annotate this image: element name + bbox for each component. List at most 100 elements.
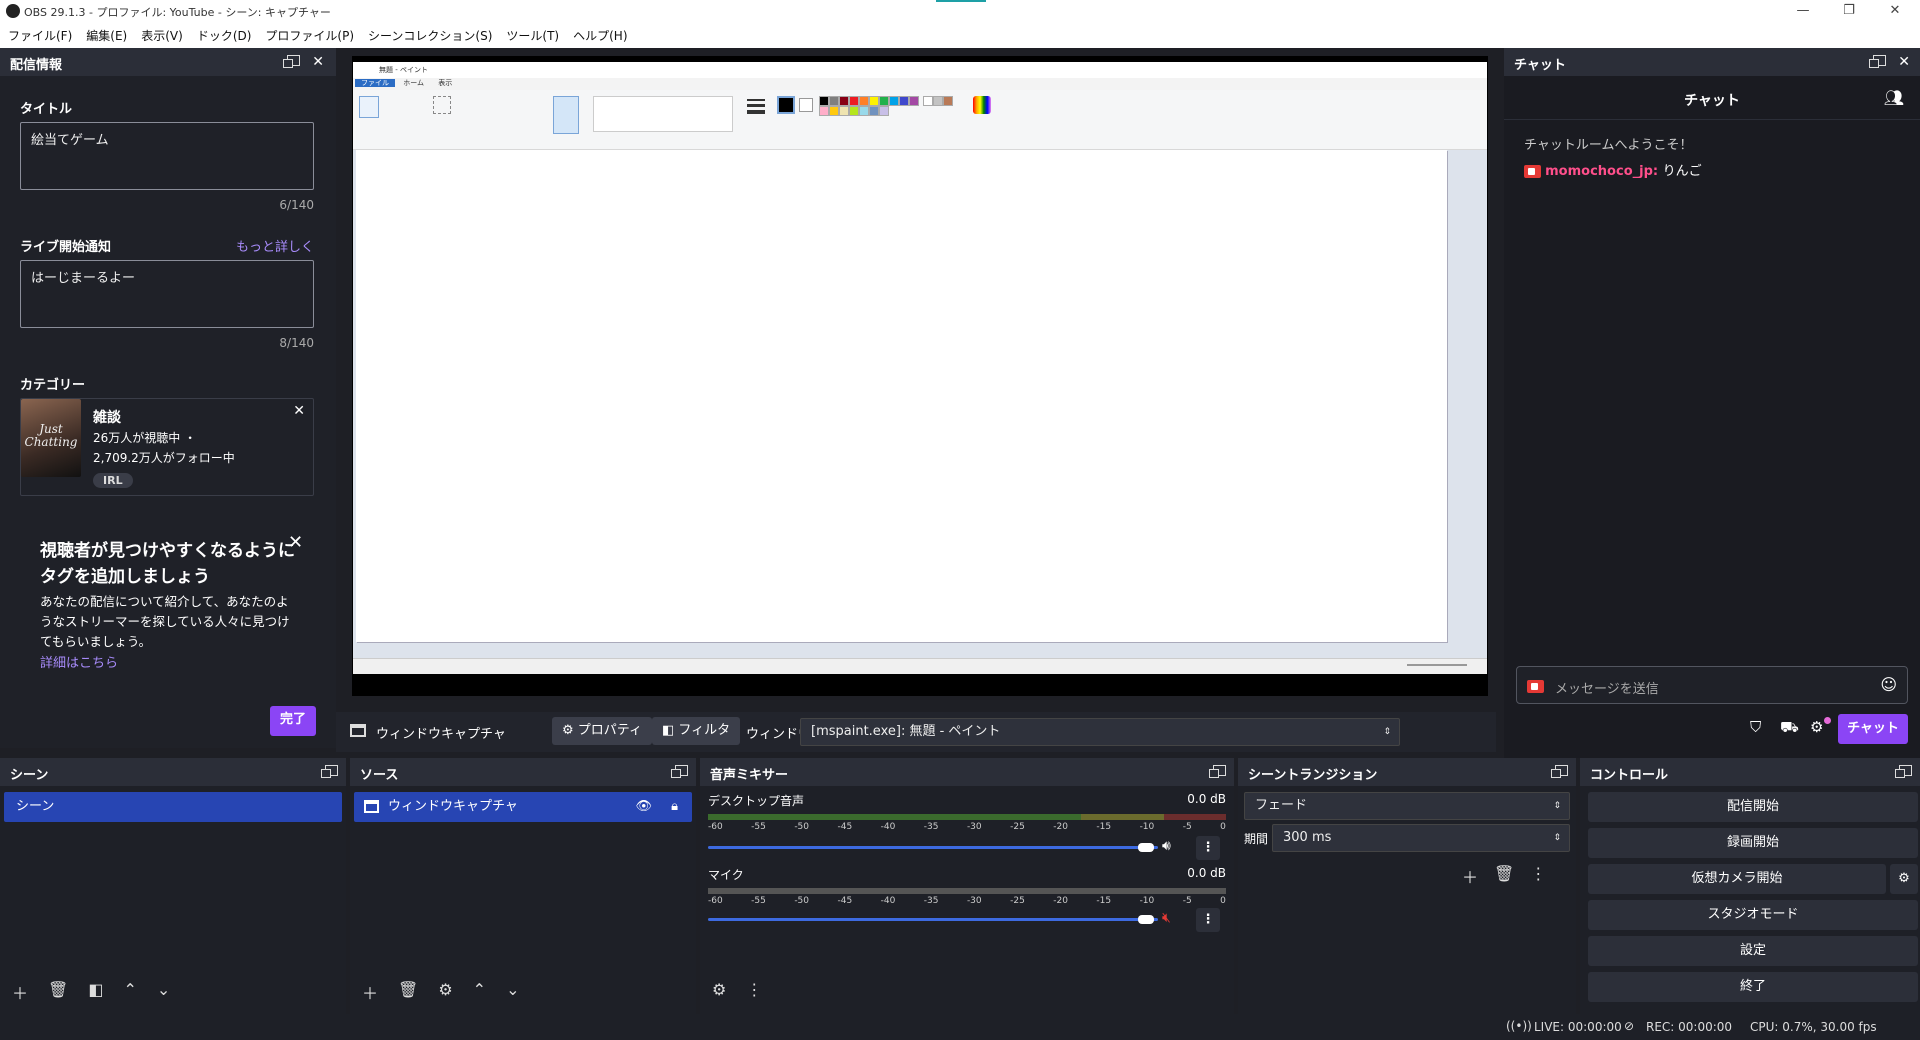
trash-icon[interactable]: 🗑︎ bbox=[48, 980, 68, 1004]
users-icon[interactable]: 👥︎ bbox=[1884, 88, 1904, 107]
window-capture-icon bbox=[350, 724, 366, 737]
volume-meter bbox=[708, 814, 1226, 820]
meter-scale: -60 -55 -50 -45 -40 -35 -30 -25 -20 -15 -10 -5 0 bbox=[708, 896, 1226, 906]
undock-icon[interactable] bbox=[321, 765, 338, 778]
more-options-icon[interactable]: ⋮ bbox=[1530, 864, 1546, 888]
shapes-gallery bbox=[593, 96, 733, 132]
chat-input[interactable]: メッセージを送信 ☺ bbox=[1516, 666, 1908, 704]
menu-edit[interactable]: 編集(E) bbox=[86, 27, 127, 44]
undock-icon[interactable] bbox=[282, 55, 300, 68]
spinner-icon: ⇕ bbox=[1553, 833, 1561, 843]
trash-icon[interactable]: 🗑︎ bbox=[398, 980, 418, 1004]
visibility-eye-icon[interactable]: 👁︎ bbox=[635, 792, 652, 822]
color1-swatch bbox=[777, 96, 795, 114]
menu-file[interactable]: ファイル(F) bbox=[8, 27, 72, 44]
emoji-icon[interactable]: ☺ bbox=[1880, 675, 1897, 694]
add-icon[interactable]: ＋ bbox=[362, 980, 378, 1004]
done-button[interactable]: 完了 bbox=[270, 706, 316, 736]
meter-scale: -60 -55 -50 -45 -40 -35 -30 -25 -20 -15 -10 -5 0 bbox=[708, 822, 1226, 832]
rec-icon: ⊘ bbox=[1624, 1019, 1635, 1033]
title-input[interactable]: 絵当てゲーム bbox=[20, 122, 314, 190]
close-icon[interactable]: ✕ bbox=[312, 54, 324, 70]
volume-slider-knob[interactable] bbox=[1138, 843, 1154, 852]
gear-icon[interactable]: ⚙ bbox=[438, 980, 452, 1004]
more-info-link[interactable]: もっと詳しく bbox=[236, 236, 314, 255]
speaker-icon[interactable]: 🔊︎ bbox=[1162, 838, 1171, 854]
menu-tools[interactable]: ツール(T) bbox=[506, 27, 559, 44]
undock-icon[interactable] bbox=[1868, 55, 1886, 68]
category-card[interactable]: Just Chatting 雑談 26万人が視聴中 ・ 2,709.2万人がフォ… bbox=[20, 398, 314, 496]
restore-icon[interactable]: ❐ bbox=[1826, 1, 1872, 21]
undock-icon[interactable] bbox=[1209, 765, 1226, 778]
up-icon[interactable]: ⌃ bbox=[473, 980, 486, 1004]
promo-link[interactable]: 詳細はこちら bbox=[40, 652, 118, 671]
remove-category-icon[interactable]: ✕ bbox=[293, 403, 305, 419]
transition-value: フェード bbox=[1255, 798, 1308, 813]
menu-help[interactable]: ヘルプ(H) bbox=[573, 27, 627, 44]
menu-view[interactable]: 表示(V) bbox=[141, 27, 183, 44]
start-recording-button[interactable]: 録画開始 bbox=[1588, 828, 1918, 858]
add-icon[interactable]: ＋ bbox=[12, 980, 28, 1004]
paint-title: 無題 - ペイント bbox=[379, 66, 428, 74]
paint-drawing-canvas bbox=[356, 150, 1447, 642]
menu-profile[interactable]: プロファイル(P) bbox=[265, 27, 354, 44]
chat-dock-title-text: チャット bbox=[1514, 58, 1566, 73]
settings-button[interactable]: 設定 bbox=[1588, 936, 1918, 966]
add-icon[interactable]: ＋ bbox=[1462, 864, 1478, 888]
close-icon[interactable]: ✕ bbox=[1898, 54, 1910, 70]
start-virtual-camera-button[interactable]: 仮想カメラ開始 bbox=[1588, 864, 1886, 894]
close-icon[interactable]: ✕ bbox=[1872, 1, 1918, 21]
signal-icon: ((•)) bbox=[1506, 1019, 1532, 1033]
menu-docks[interactable]: ドック(D) bbox=[197, 27, 252, 44]
scene-item[interactable]: シーン bbox=[4, 792, 342, 822]
lock-icon[interactable]: 🔒︎ bbox=[671, 792, 678, 822]
trash-icon[interactable]: 🗑︎ bbox=[1494, 864, 1514, 888]
controls-title: コントロール bbox=[1580, 758, 1920, 786]
virtual-camera-settings-icon[interactable]: ⚙ bbox=[1890, 864, 1918, 894]
muted-speaker-icon[interactable]: 🔇︎ bbox=[1162, 910, 1171, 926]
filter-icon: ◧ bbox=[662, 723, 679, 738]
category-followers: 2,709.2万人がフォロー中 bbox=[93, 451, 235, 465]
studio-mode-button[interactable]: スタジオモード bbox=[1588, 900, 1918, 930]
undock-icon[interactable] bbox=[1895, 765, 1912, 778]
filter-icon[interactable]: ◧ bbox=[88, 980, 103, 1004]
exit-button[interactable]: 終了 bbox=[1588, 972, 1918, 1002]
down-icon[interactable]: ⌄ bbox=[506, 980, 519, 1004]
controls-body: 配信開始 録画開始 仮想カメラ開始 ⚙ スタジオモード 設定 終了 bbox=[1580, 786, 1920, 1014]
up-icon[interactable]: ⌃ bbox=[123, 980, 136, 1004]
window-capture-icon bbox=[364, 800, 379, 813]
minimize-icon[interactable]: — bbox=[1780, 1, 1826, 21]
chat-send-button[interactable]: チャット bbox=[1838, 714, 1908, 744]
volume-slider[interactable] bbox=[708, 846, 1158, 849]
duration-input[interactable]: 300 ms ⇕ bbox=[1272, 824, 1570, 852]
properties-button[interactable]: ⚙ プロパティ bbox=[552, 717, 653, 745]
sources-dock: ソース ウィンドウキャプチャ 👁︎ 🔒︎ ＋ 🗑︎ ⚙ ⌃ ⌄ bbox=[350, 758, 696, 1014]
more-options-icon[interactable]: ⋮ bbox=[746, 980, 762, 999]
chat-input-placeholder: メッセージを送信 bbox=[1555, 682, 1659, 697]
chat-username[interactable]: momochoco_jp bbox=[1545, 164, 1653, 179]
volume-slider[interactable] bbox=[708, 918, 1158, 921]
undock-icon[interactable] bbox=[671, 765, 688, 778]
source-item[interactable]: ウィンドウキャプチャ 👁︎ 🔒︎ bbox=[354, 792, 692, 822]
start-streaming-button[interactable]: 配信開始 bbox=[1588, 792, 1918, 822]
filters-button[interactable]: ◧ フィルタ bbox=[652, 717, 741, 745]
paint-statusbar bbox=[353, 658, 1487, 674]
transition-select[interactable]: フェード ⇕ bbox=[1244, 792, 1570, 820]
window-select[interactable]: [mspaint.exe]: 無題 - ペイント ⇕ bbox=[800, 718, 1400, 746]
more-options-icon[interactable]: ⋮ bbox=[1196, 908, 1220, 932]
category-tag: IRL bbox=[93, 473, 133, 488]
undock-icon[interactable] bbox=[1551, 765, 1568, 778]
volume-slider-knob[interactable] bbox=[1138, 915, 1154, 924]
updown-icon: ⇕ bbox=[1553, 801, 1561, 811]
status-bar: ((•)) LIVE: 00:00:00 ⊘ REC: 00:00:00 CPU… bbox=[0, 1014, 1920, 1040]
more-options-icon[interactable]: ⋮ bbox=[1196, 836, 1220, 860]
menu-scene-collection[interactable]: シーンコレクション(S) bbox=[368, 27, 492, 44]
down-icon[interactable]: ⌄ bbox=[157, 980, 170, 1004]
paint-zoom-slider bbox=[1407, 664, 1467, 666]
settings-icon[interactable]: ⚙ bbox=[1810, 718, 1823, 736]
advanced-audio-gear-icon[interactable]: ⚙ bbox=[712, 980, 726, 999]
cart-icon[interactable]: ⛟ bbox=[1780, 718, 1799, 738]
window-select-value: [mspaint.exe]: 無題 - ペイント bbox=[811, 724, 1001, 739]
notice-input[interactable]: はーじまーるよー bbox=[20, 260, 314, 328]
shield-icon[interactable]: ⛉ bbox=[1750, 718, 1761, 736]
